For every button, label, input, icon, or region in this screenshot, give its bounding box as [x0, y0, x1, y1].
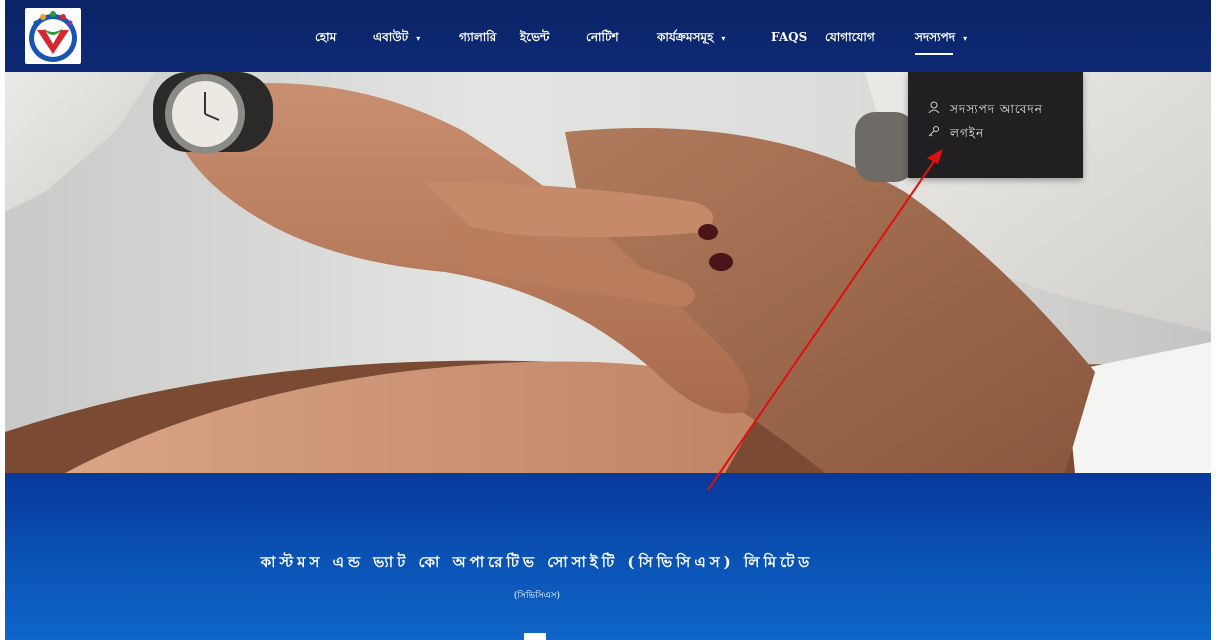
- nav-label: গ্যালারি: [459, 30, 497, 44]
- nav-label: নোটিশ: [586, 30, 619, 44]
- key-icon: [928, 124, 944, 142]
- chevron-down-icon: ▾: [416, 32, 421, 43]
- nav-label: এবাউট: [373, 30, 409, 44]
- nav-label: ইভেন্ট: [520, 30, 550, 44]
- nav-label: FAQS: [771, 30, 808, 44]
- nav-item-membership[interactable]: সদস্যপদ ▾: [915, 27, 968, 55]
- organization-abbreviation: (সিভিসিএস): [513, 591, 561, 601]
- nav-item-home[interactable]: হোম: [315, 27, 336, 47]
- nav-label: হোম: [315, 30, 337, 44]
- nav-item-contact[interactable]: যোগাযোগ: [825, 27, 875, 47]
- nav-item-about[interactable]: এবাউট ▾: [373, 27, 420, 47]
- page-frame: হোম এবাউট ▾ গ্যালারি ইভেন্ট নোটিশ কার্যক্…: [5, 0, 1211, 640]
- nav-label: কার্যক্রমসমূহ: [657, 30, 714, 44]
- dropdown-item-membership-apply[interactable]: সদস্যপদ আবেদন: [928, 100, 1043, 118]
- organization-title: কাস্টমস এন্ড ভ্যাট কো অপারেটিভ সোসাইটি (…: [260, 553, 814, 571]
- user-icon: [928, 100, 944, 118]
- nav-item-gallery[interactable]: গ্যালারি: [459, 27, 496, 47]
- nav-item-faqs[interactable]: FAQS: [771, 27, 807, 47]
- dropdown-item-login[interactable]: লগইন: [928, 124, 984, 142]
- navbar: হোম এবাউট ▾ গ্যালারি ইভেন্ট নোটিশ কার্যক্…: [5, 0, 1211, 72]
- nav-label: সদস্যপদ: [915, 30, 956, 44]
- nav-label: যোগাযোগ: [825, 30, 875, 44]
- slider-indicator[interactable]: [524, 633, 546, 640]
- membership-dropdown: সদস্যপদ আবেদন লগইন: [908, 72, 1083, 178]
- nav-item-notice[interactable]: নোটিশ: [586, 27, 619, 47]
- main-menu: হোম এবাউট ▾ গ্যালারি ইভেন্ট নোটিশ কার্যক্…: [5, 0, 1211, 72]
- dropdown-label: সদস্যপদ আবেদন: [950, 102, 1043, 116]
- nav-item-event[interactable]: ইভেন্ট: [520, 27, 549, 47]
- chevron-down-icon: ▾: [721, 32, 726, 43]
- nav-item-activities[interactable]: কার্যক্রমসমূহ ▾: [657, 27, 725, 47]
- chevron-down-icon: ▾: [963, 32, 968, 43]
- title-band: কাস্টমস এন্ড ভ্যাট কো অপারেটিভ সোসাইটি (…: [5, 473, 1211, 640]
- dropdown-label: লগইন: [950, 126, 985, 140]
